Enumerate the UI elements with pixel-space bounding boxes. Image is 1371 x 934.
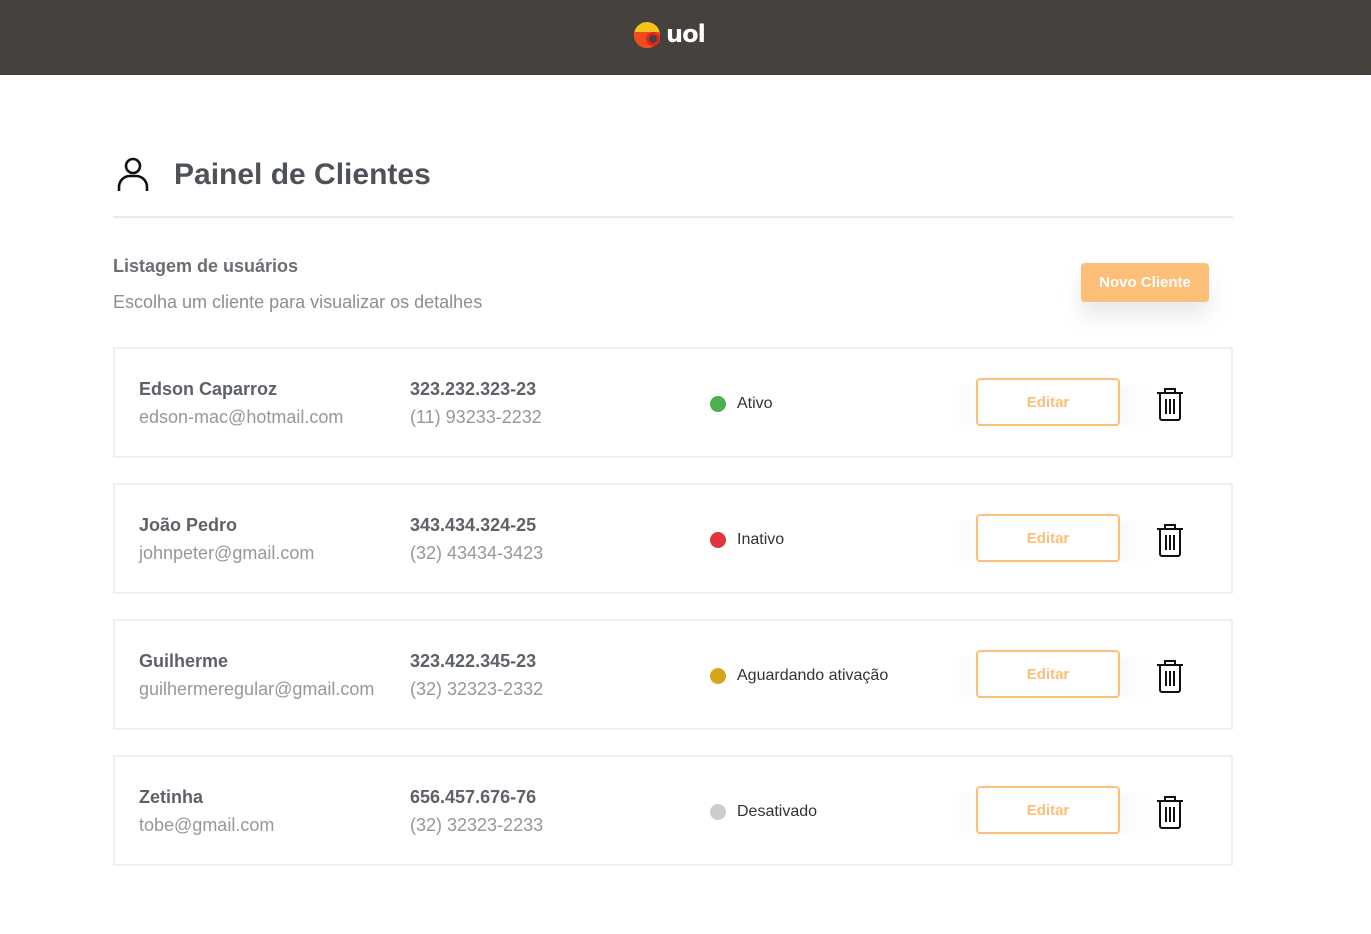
client-cpf: 323.422.345-23	[410, 651, 537, 671]
top-bar: uol	[0, 0, 1371, 75]
edit-button[interactable]: Editar	[976, 378, 1120, 426]
trash-icon[interactable]	[1156, 387, 1184, 421]
client-row: Edson Caparroz edson-mac@hotmail.com 323…	[113, 347, 1233, 458]
trash-icon[interactable]	[1156, 795, 1184, 829]
edit-button[interactable]: Editar	[976, 650, 1120, 698]
user-icon	[117, 157, 149, 191]
list-subtitle: Escolha um cliente para visualizar os de…	[113, 292, 483, 312]
client-phone: (32) 32323-2332	[410, 679, 544, 699]
client-cpf: 323.232.323-23	[410, 379, 537, 399]
list-title: Listagem de usuários	[113, 256, 299, 276]
client-name: Edson Caparroz	[139, 379, 278, 399]
client-cpf: 656.457.676-76	[410, 787, 537, 807]
trash-icon[interactable]	[1156, 659, 1184, 693]
client-row: Zetinha tobe@gmail.com 656.457.676-76 (3…	[113, 755, 1233, 866]
client-email: edson-mac@hotmail.com	[139, 407, 344, 427]
client-phone: (32) 43434-3423	[410, 543, 544, 563]
client-row: Guilherme guilhermeregular@gmail.com 323…	[113, 619, 1233, 730]
client-name: Zetinha	[139, 787, 204, 807]
client-cpf: 343.434.324-25	[410, 515, 537, 535]
client-email: guilhermeregular@gmail.com	[139, 679, 375, 699]
client-status: Inativo	[737, 531, 785, 548]
title-divider	[113, 216, 1233, 218]
client-row: João Pedro johnpeter@gmail.com 343.434.3…	[113, 483, 1233, 594]
new-client-button[interactable]: Novo Cliente	[1081, 263, 1209, 302]
client-name: João Pedro	[139, 515, 238, 535]
uol-logo-icon	[634, 22, 660, 48]
client-phone: (11) 93233-2232	[410, 407, 542, 427]
client-status: Desativado	[737, 803, 818, 820]
client-email: johnpeter@gmail.com	[139, 543, 315, 563]
status-dot	[710, 668, 726, 684]
client-name: Guilherme	[139, 651, 229, 671]
edit-button[interactable]: Editar	[976, 786, 1120, 834]
client-status: Aguardando ativação	[737, 667, 889, 684]
trash-icon[interactable]	[1156, 523, 1184, 557]
edit-button[interactable]: Editar	[976, 514, 1120, 562]
status-dot	[710, 396, 726, 412]
client-email: tobe@gmail.com	[139, 815, 275, 835]
uol-logo[interactable]: uol	[632, 19, 716, 51]
status-dot	[710, 532, 726, 548]
logo-text: uol	[666, 20, 706, 48]
status-dot	[710, 804, 726, 820]
client-phone: (32) 32323-2233	[410, 815, 544, 835]
client-status: Ativo	[737, 395, 773, 412]
page-title: Painel de Clientes	[174, 158, 431, 191]
